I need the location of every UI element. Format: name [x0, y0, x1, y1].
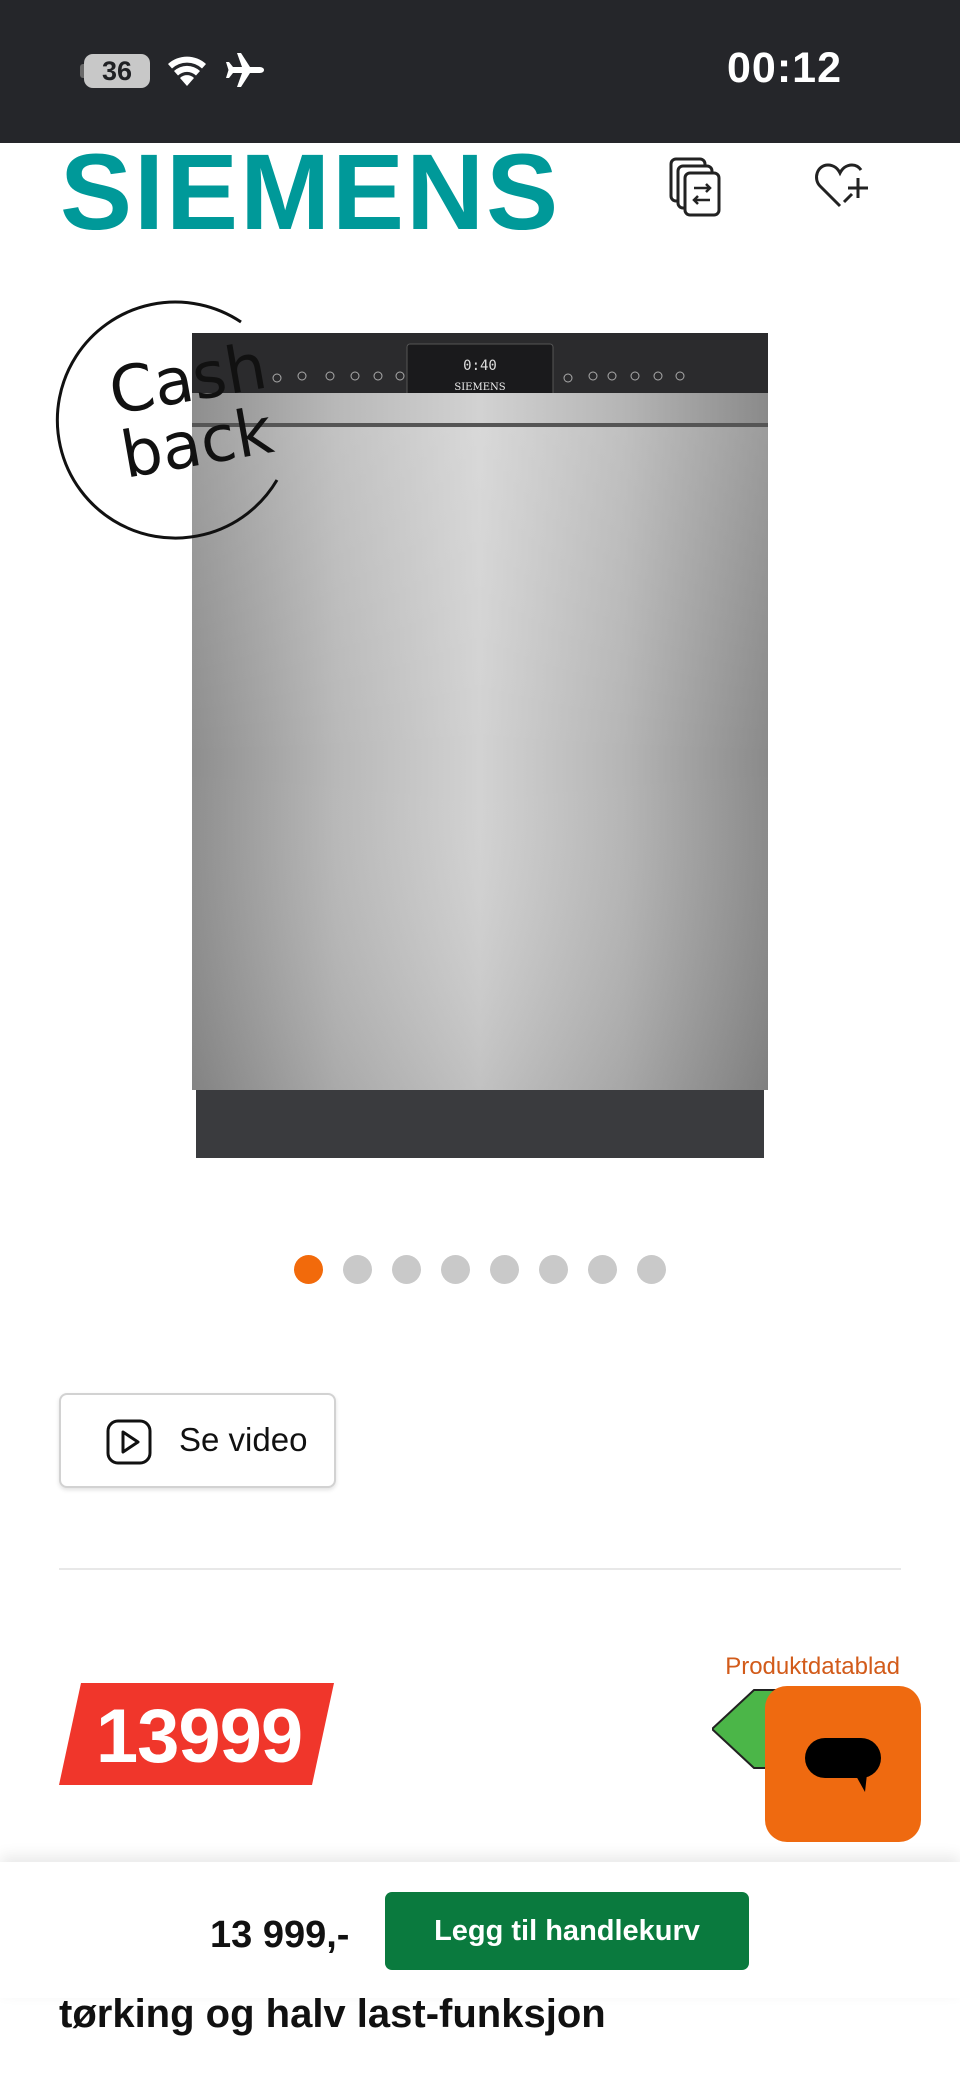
carousel-dot[interactable]	[343, 1255, 372, 1284]
airplane-mode-icon	[226, 53, 264, 87]
carousel-dot[interactable]	[539, 1255, 568, 1284]
play-icon	[106, 1419, 152, 1465]
product-title-partial: tørking og halv last-funksjon	[59, 1992, 606, 2036]
status-bar: 36 00:12	[0, 0, 960, 143]
see-video-label: Se video	[179, 1421, 308, 1458]
compare-icon[interactable]	[668, 156, 726, 220]
heart-plus-icon[interactable]	[814, 160, 870, 212]
svg-text:SIEMENS: SIEMENS	[454, 382, 505, 393]
wifi-icon	[168, 56, 206, 86]
chat-button[interactable]	[765, 1686, 921, 1842]
price-tag: 13999	[59, 1683, 334, 1785]
sticky-cart-bar: 13 999,- Legg til handlekurv	[0, 1862, 960, 1998]
carousel-dot[interactable]	[637, 1255, 666, 1284]
carousel-dot[interactable]	[441, 1255, 470, 1284]
price-value: 13999	[95, 1694, 303, 1779]
see-video-button[interactable]: Se video	[59, 1393, 336, 1488]
carousel-dot[interactable]	[588, 1255, 617, 1284]
add-to-cart-button[interactable]: Legg til handlekurv	[385, 1892, 749, 1970]
carousel-dot[interactable]	[392, 1255, 421, 1284]
image-carousel-dots[interactable]	[294, 1255, 666, 1284]
carousel-dot[interactable]	[294, 1255, 323, 1284]
sticky-price: 13 999,-	[210, 1914, 350, 1956]
battery-indicator: 36	[84, 54, 150, 88]
cashback-badge: Cash back	[55, 300, 285, 550]
chat-bubble-icon	[805, 1738, 881, 1792]
carousel-dot[interactable]	[490, 1255, 519, 1284]
product-datasheet-link[interactable]: Produktdatablad	[725, 1653, 900, 1681]
section-divider	[59, 1568, 901, 1570]
clock: 00:12	[727, 44, 842, 92]
svg-text:0:40: 0:40	[463, 358, 497, 374]
brand-logo[interactable]: SIEMENS	[60, 138, 560, 246]
